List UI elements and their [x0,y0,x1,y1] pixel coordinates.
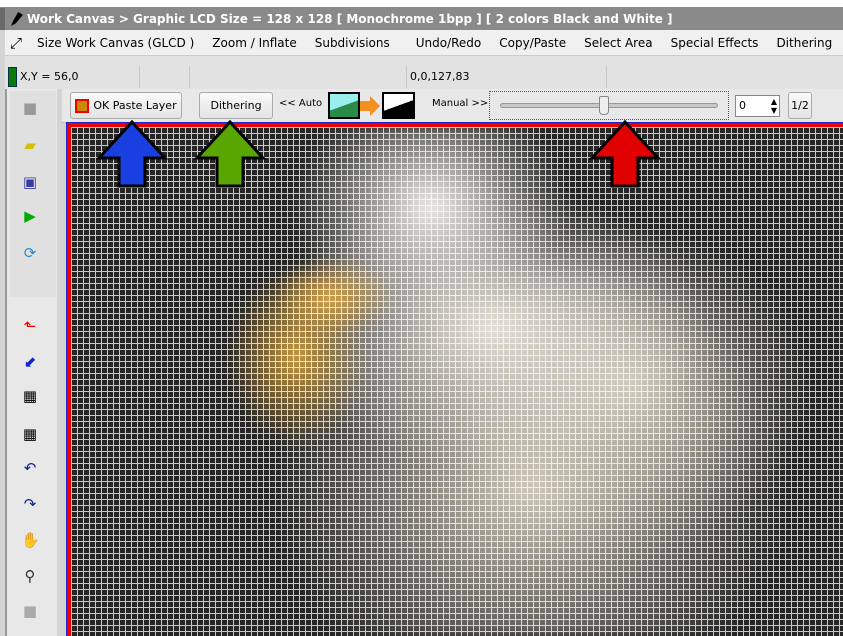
selection-rect: 0,0,127,83 [407,66,607,88]
menu-subdivisions[interactable]: Subdivisions [306,36,399,50]
menu-bar: ⤢ Size Work Canvas (GLCD ) Zoom / Inflat… [5,30,843,55]
status-bar: X,Y = 56,0 0,0,127,83 [5,55,843,89]
half-button[interactable]: 1/2 [788,92,812,119]
mono-image-icon[interactable] [382,92,415,119]
grid-icon[interactable]: ▦ [21,425,39,443]
redo-icon[interactable]: ↷ [21,495,39,513]
menu-undo-redo[interactable]: Undo/Redo [407,36,491,50]
import-icon[interactable]: ⬋ [21,353,39,371]
plugin-icon[interactable]: ■ [21,99,39,117]
crop-icon[interactable]: ⬑ [21,317,39,335]
save-icon[interactable]: ▣ [21,173,39,191]
menu-special-effects[interactable]: Special Effects [662,36,768,50]
threshold-value: 0 [739,99,746,112]
menu-copy-paste[interactable]: Copy/Paste [490,36,575,50]
toolbar-group [10,91,56,297]
resize-icon[interactable]: ⤢ [10,34,28,52]
play-icon[interactable]: ▶ [21,207,39,225]
menu-dithering[interactable]: Dithering [767,36,841,50]
dithering-button[interactable]: Dithering [199,92,273,119]
plugin-icon[interactable]: ■ [21,602,39,620]
manual-label: Manual >> [432,98,489,109]
menu-select-area[interactable]: Select Area [575,36,661,50]
zoom-in-icon[interactable]: ⚲ [21,567,39,585]
grid-fine-icon[interactable]: ▦ [21,387,39,405]
paste-toolbar: OK Paste Layer Dithering << Auto Manual … [62,89,843,123]
work-canvas[interactable] [66,122,843,636]
threshold-slider[interactable] [489,91,729,120]
ok-paste-layer-button[interactable]: OK Paste Layer [70,92,182,119]
window-title: Work Canvas > Graphic LCD Size = 128 x 1… [27,12,673,26]
paste-icon [75,98,90,113]
spinner-arrows-icon[interactable]: ▲ ▼ [771,97,777,115]
dithering-label: Dithering [210,99,262,112]
status-cell [140,66,190,88]
open-folder-icon[interactable]: ▰ [21,136,39,154]
pixel-grid [71,127,843,636]
undo-icon[interactable]: ↶ [21,459,39,477]
green-arrow-annotation [193,119,267,188]
menu-zoom[interactable]: Zoom / Inflate [203,36,305,50]
status-cell [190,66,407,88]
menu-size-work-canvas[interactable]: Size Work Canvas (GLCD ) [28,36,203,50]
half-label: 1/2 [791,99,809,112]
slider-track [500,103,718,108]
hand-icon[interactable]: ✋ [21,531,40,549]
blue-arrow-annotation [95,119,169,188]
cursor-position: X,Y = 56,0 [17,66,140,88]
title-bar: Work Canvas > Graphic LCD Size = 128 x 1… [0,8,843,30]
pen-icon [11,12,23,26]
red-arrow-annotation [588,119,662,188]
threshold-spinner[interactable]: 0 ▲ ▼ [735,95,780,117]
slider-thumb[interactable] [598,96,609,115]
auto-label: << Auto [279,98,323,109]
ruler [0,0,843,8]
refresh-icon[interactable]: ⟳ [21,244,39,262]
arrow-right-icon [360,96,380,116]
color-image-icon[interactable] [328,92,360,119]
left-toolbar: ■ ▰ ▣ ▶ ⟳ ⬑ ⬋ ▦ ▦ ↶ ↷ ✋ ⚲ ■ [5,89,57,636]
paste-label: OK Paste Layer [93,99,177,112]
color-indicator [8,67,17,87]
